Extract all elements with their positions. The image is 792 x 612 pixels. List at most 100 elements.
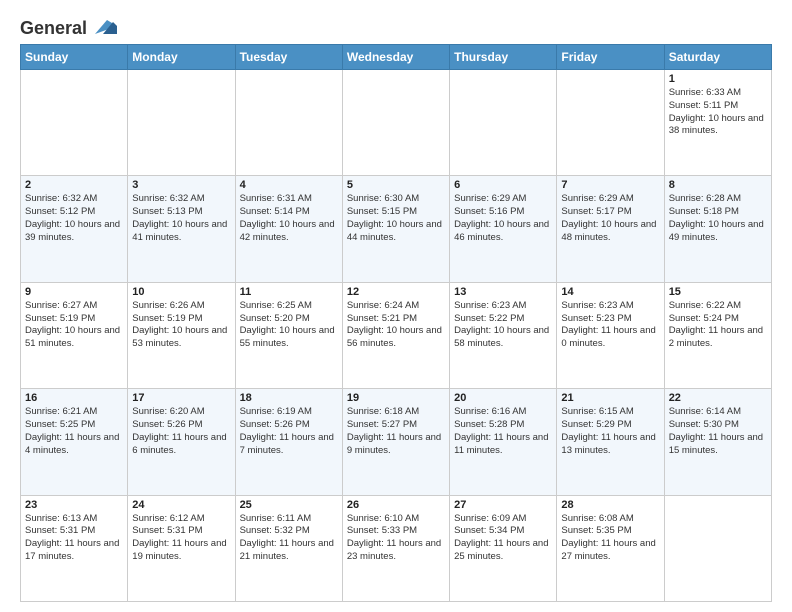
day-number: 11: [240, 286, 338, 298]
calendar-cell: 20 Sunrise: 6:16 AM Sunset: 5:28 PM Dayli…: [450, 389, 557, 495]
calendar-week-3: 9Sunrise: 6:27 AM Sunset: 5:19 PM Daylig…: [21, 282, 772, 388]
day-number: 27: [454, 499, 552, 511]
cell-content: Sunrise: 6:20 AM Sunset: 5:26 PM Dayligh…: [132, 406, 230, 457]
day-number: 3: [132, 179, 230, 191]
calendar-week-1: 1 Sunrise: 6:33 AM Sunset: 5:11 PM Daylig…: [21, 70, 772, 176]
cell-content: Sunrise: 6:19 AM Sunset: 5:26 PM Dayligh…: [240, 406, 338, 457]
cell-content: Sunrise: 6:32 AM Sunset: 5:12 PM Dayligh…: [25, 193, 123, 244]
calendar-cell: 2 Sunrise: 6:32 AM Sunset: 5:12 PM Daylig…: [21, 176, 128, 282]
cell-content: Sunrise: 6:22 AM Sunset: 5:24 PM Dayligh…: [669, 300, 767, 351]
calendar-cell: 8 Sunrise: 6:28 AM Sunset: 5:18 PM Daylig…: [664, 176, 771, 282]
cell-content: Sunrise: 6:25 AM Sunset: 5:20 PM Dayligh…: [240, 300, 338, 351]
cell-content: Sunrise: 6:15 AM Sunset: 5:29 PM Dayligh…: [561, 406, 659, 457]
cell-content: Sunrise: 6:29 AM Sunset: 5:16 PM Dayligh…: [454, 193, 552, 244]
calendar-cell: 28 Sunrise: 6:08 AM Sunset: 5:35 PM Dayli…: [557, 495, 664, 601]
cell-content: Sunrise: 6:28 AM Sunset: 5:18 PM Dayligh…: [669, 193, 767, 244]
calendar-cell: [664, 495, 771, 601]
calendar-week-4: 16 Sunrise: 6:21 AM Sunset: 5:25 PM Dayli…: [21, 389, 772, 495]
calendar-cell: 17Sunrise: 6:20 AM Sunset: 5:26 PM Dayli…: [128, 389, 235, 495]
logo: General: [20, 18, 117, 38]
calendar-cell: 9Sunrise: 6:27 AM Sunset: 5:19 PM Daylig…: [21, 282, 128, 388]
day-number: 2: [25, 179, 123, 191]
calendar-cell: 3 Sunrise: 6:32 AM Sunset: 5:13 PM Daylig…: [128, 176, 235, 282]
cell-content: Sunrise: 6:29 AM Sunset: 5:17 PM Dayligh…: [561, 193, 659, 244]
calendar-cell: [235, 70, 342, 176]
logo-icon: [89, 16, 117, 38]
calendar-cell: 16 Sunrise: 6:21 AM Sunset: 5:25 PM Dayli…: [21, 389, 128, 495]
calendar-header-sunday: Sunday: [21, 45, 128, 70]
calendar-table: SundayMondayTuesdayWednesdayThursdayFrid…: [20, 44, 772, 602]
day-number: 23: [25, 499, 123, 511]
day-number: 6: [454, 179, 552, 191]
cell-content: Sunrise: 6:08 AM Sunset: 5:35 PM Dayligh…: [561, 513, 659, 564]
calendar-cell: 27 Sunrise: 6:09 AM Sunset: 5:34 PM Dayli…: [450, 495, 557, 601]
day-number: 9: [25, 286, 123, 298]
calendar-cell: 12 Sunrise: 6:24 AM Sunset: 5:21 PM Dayli…: [342, 282, 449, 388]
header: General: [20, 18, 772, 38]
calendar-cell: 22 Sunrise: 6:14 AM Sunset: 5:30 PM Dayli…: [664, 389, 771, 495]
calendar-cell: 21 Sunrise: 6:15 AM Sunset: 5:29 PM Dayli…: [557, 389, 664, 495]
calendar-header-saturday: Saturday: [664, 45, 771, 70]
calendar-cell: 4Sunrise: 6:31 AM Sunset: 5:14 PM Daylig…: [235, 176, 342, 282]
cell-content: Sunrise: 6:12 AM Sunset: 5:31 PM Dayligh…: [132, 513, 230, 564]
cell-content: Sunrise: 6:30 AM Sunset: 5:15 PM Dayligh…: [347, 193, 445, 244]
calendar-cell: 18 Sunrise: 6:19 AM Sunset: 5:26 PM Dayli…: [235, 389, 342, 495]
day-number: 25: [240, 499, 338, 511]
cell-content: Sunrise: 6:14 AM Sunset: 5:30 PM Dayligh…: [669, 406, 767, 457]
day-number: 18: [240, 392, 338, 404]
cell-content: Sunrise: 6:11 AM Sunset: 5:32 PM Dayligh…: [240, 513, 338, 564]
cell-content: Sunrise: 6:23 AM Sunset: 5:23 PM Dayligh…: [561, 300, 659, 351]
logo-general: General: [20, 19, 87, 37]
cell-content: Sunrise: 6:09 AM Sunset: 5:34 PM Dayligh…: [454, 513, 552, 564]
day-number: 8: [669, 179, 767, 191]
calendar-cell: 5 Sunrise: 6:30 AM Sunset: 5:15 PM Daylig…: [342, 176, 449, 282]
day-number: 22: [669, 392, 767, 404]
calendar-cell: [21, 70, 128, 176]
cell-content: Sunrise: 6:26 AM Sunset: 5:19 PM Dayligh…: [132, 300, 230, 351]
calendar-cell: 23 Sunrise: 6:13 AM Sunset: 5:31 PM Dayli…: [21, 495, 128, 601]
day-number: 21: [561, 392, 659, 404]
page: General SundayMondayTuesdayWednesdayThur…: [0, 0, 792, 612]
day-number: 26: [347, 499, 445, 511]
calendar-cell: 26 Sunrise: 6:10 AM Sunset: 5:33 PM Dayli…: [342, 495, 449, 601]
cell-content: Sunrise: 6:18 AM Sunset: 5:27 PM Dayligh…: [347, 406, 445, 457]
calendar-header-row: SundayMondayTuesdayWednesdayThursdayFrid…: [21, 45, 772, 70]
cell-content: Sunrise: 6:23 AM Sunset: 5:22 PM Dayligh…: [454, 300, 552, 351]
day-number: 16: [25, 392, 123, 404]
calendar-week-5: 23 Sunrise: 6:13 AM Sunset: 5:31 PM Dayli…: [21, 495, 772, 601]
day-number: 1: [669, 73, 767, 85]
calendar-cell: 13Sunrise: 6:23 AM Sunset: 5:22 PM Dayli…: [450, 282, 557, 388]
calendar-header-tuesday: Tuesday: [235, 45, 342, 70]
cell-content: Sunrise: 6:13 AM Sunset: 5:31 PM Dayligh…: [25, 513, 123, 564]
cell-content: Sunrise: 6:24 AM Sunset: 5:21 PM Dayligh…: [347, 300, 445, 351]
day-number: 7: [561, 179, 659, 191]
day-number: 20: [454, 392, 552, 404]
calendar-cell: 10 Sunrise: 6:26 AM Sunset: 5:19 PM Dayli…: [128, 282, 235, 388]
cell-content: Sunrise: 6:16 AM Sunset: 5:28 PM Dayligh…: [454, 406, 552, 457]
cell-content: Sunrise: 6:10 AM Sunset: 5:33 PM Dayligh…: [347, 513, 445, 564]
day-number: 5: [347, 179, 445, 191]
calendar-cell: 24Sunrise: 6:12 AM Sunset: 5:31 PM Dayli…: [128, 495, 235, 601]
cell-content: Sunrise: 6:33 AM Sunset: 5:11 PM Dayligh…: [669, 87, 767, 138]
calendar-cell: 19Sunrise: 6:18 AM Sunset: 5:27 PM Dayli…: [342, 389, 449, 495]
calendar-cell: 14 Sunrise: 6:23 AM Sunset: 5:23 PM Dayli…: [557, 282, 664, 388]
calendar-header-friday: Friday: [557, 45, 664, 70]
day-number: 15: [669, 286, 767, 298]
calendar-header-thursday: Thursday: [450, 45, 557, 70]
calendar-cell: 15 Sunrise: 6:22 AM Sunset: 5:24 PM Dayli…: [664, 282, 771, 388]
calendar-cell: [342, 70, 449, 176]
calendar-cell: 1 Sunrise: 6:33 AM Sunset: 5:11 PM Daylig…: [664, 70, 771, 176]
calendar-header-wednesday: Wednesday: [342, 45, 449, 70]
day-number: 14: [561, 286, 659, 298]
calendar-cell: 11 Sunrise: 6:25 AM Sunset: 5:20 PM Dayli…: [235, 282, 342, 388]
calendar-week-2: 2 Sunrise: 6:32 AM Sunset: 5:12 PM Daylig…: [21, 176, 772, 282]
cell-content: Sunrise: 6:32 AM Sunset: 5:13 PM Dayligh…: [132, 193, 230, 244]
calendar-cell: 7 Sunrise: 6:29 AM Sunset: 5:17 PM Daylig…: [557, 176, 664, 282]
calendar-cell: 6 Sunrise: 6:29 AM Sunset: 5:16 PM Daylig…: [450, 176, 557, 282]
day-number: 12: [347, 286, 445, 298]
cell-content: Sunrise: 6:21 AM Sunset: 5:25 PM Dayligh…: [25, 406, 123, 457]
day-number: 10: [132, 286, 230, 298]
calendar-cell: [128, 70, 235, 176]
calendar-cell: 25 Sunrise: 6:11 AM Sunset: 5:32 PM Dayli…: [235, 495, 342, 601]
day-number: 28: [561, 499, 659, 511]
